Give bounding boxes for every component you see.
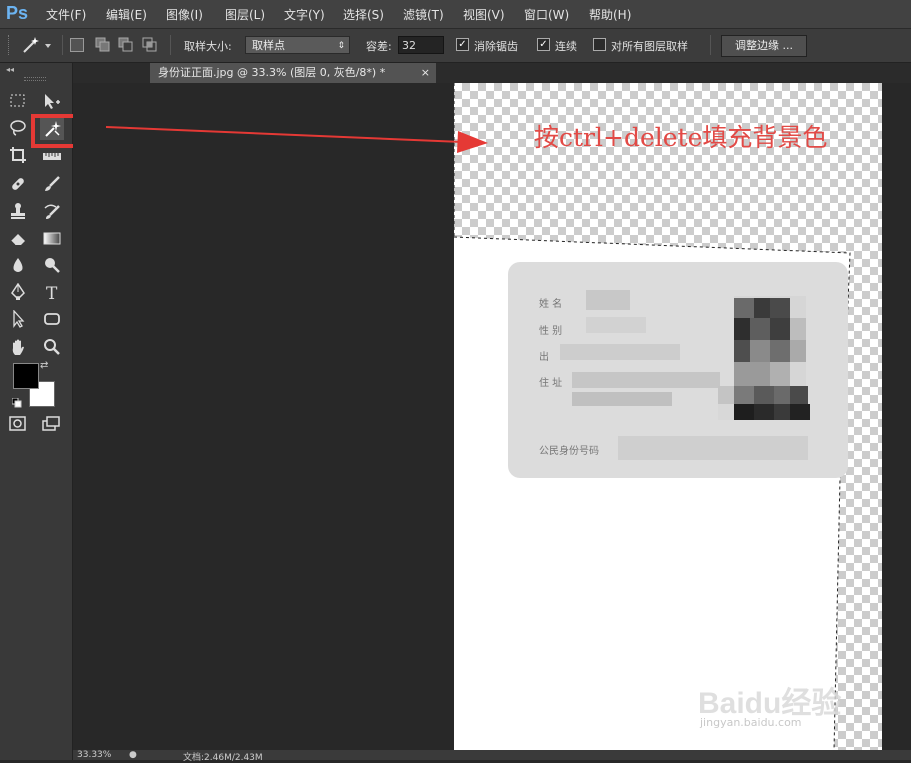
screen-mode-icon[interactable]: [40, 413, 64, 435]
healing-brush-tool-icon[interactable]: [6, 173, 30, 195]
new-selection-icon[interactable]: [70, 38, 84, 52]
quick-mask-icon[interactable]: [6, 413, 30, 435]
menu-bar: Ps 文件(F) 编辑(E) 图像(I) 图层(L) 文字(Y) 选择(S) 滤…: [0, 0, 911, 29]
refine-edge-button[interactable]: 调整边缘 ...: [721, 35, 807, 57]
tolerance-label: 容差:: [366, 40, 392, 53]
card-birth-label: 出: [539, 352, 549, 363]
path-selection-tool-icon[interactable]: [6, 308, 30, 330]
pixelated-birth: [560, 344, 680, 360]
tools-panel: ◂◂ T ⇄: [0, 63, 82, 760]
menu-type[interactable]: 文字(Y): [284, 6, 325, 23]
card-sex-label: 性 别: [539, 326, 563, 337]
dropdown-arrows-icon: ⇕: [337, 41, 345, 51]
type-tool-icon[interactable]: T: [40, 281, 64, 303]
eraser-tool-icon[interactable]: [6, 227, 30, 249]
pixelated-address-1: [572, 372, 720, 388]
antialias-label: 消除锯齿: [474, 40, 518, 53]
zoom-tool-icon[interactable]: [40, 336, 64, 358]
contiguous-checkbox[interactable]: ✓: [537, 38, 550, 51]
swap-colors-icon[interactable]: ⇄: [40, 360, 48, 371]
id-card-image: 姓 名 性 别 出 住 址 公民身份号码: [508, 262, 848, 478]
foreground-color-swatch[interactable]: [13, 363, 39, 389]
sample-size-value: 取样点: [252, 39, 285, 52]
sample-all-layers-label: 对所有图层取样: [611, 40, 688, 53]
sample-size-dropdown[interactable]: 取样点 ⇕: [245, 36, 350, 54]
options-bar: 取样大小: 取样点 ⇕ 容差: 32 ✓ 消除锯齿 ✓ 连续 对所有图层取样 调…: [0, 29, 911, 63]
add-to-selection-icon[interactable]: [95, 37, 111, 57]
marquee-tool-icon[interactable]: [6, 90, 30, 112]
sample-all-layers-checkbox[interactable]: [593, 38, 606, 51]
blur-tool-icon[interactable]: [6, 254, 30, 276]
pixelated-sex: [586, 317, 646, 333]
menu-window[interactable]: 窗口(W): [524, 6, 569, 23]
options-grip: [8, 35, 12, 55]
clone-stamp-tool-icon[interactable]: [6, 200, 30, 222]
menu-edit[interactable]: 编辑(E): [106, 6, 147, 23]
gradient-tool-icon[interactable]: [40, 227, 64, 249]
ruler-tool-icon[interactable]: [40, 144, 64, 166]
default-colors-icon[interactable]: [11, 393, 22, 408]
lasso-tool-icon[interactable]: [6, 117, 30, 139]
pixelated-name: [586, 290, 630, 310]
menu-layer[interactable]: 图层(L): [225, 6, 265, 23]
menu-file[interactable]: 文件(F): [46, 6, 86, 23]
brush-tool-icon[interactable]: [40, 173, 64, 195]
annotation-arrow: [105, 126, 488, 153]
intersect-selection-icon[interactable]: [142, 37, 158, 57]
subtract-from-selection-icon[interactable]: [118, 37, 134, 57]
antialias-checkbox[interactable]: ✓: [456, 38, 469, 51]
magic-wand-preset-icon[interactable]: [20, 35, 52, 59]
photoshop-logo: Ps: [6, 3, 29, 23]
pixelated-portrait: [718, 296, 810, 420]
contiguous-label: 连续: [555, 40, 577, 53]
menu-help[interactable]: 帮助(H): [589, 6, 631, 23]
menu-select[interactable]: 选择(S): [343, 6, 384, 23]
document-size-info: 文档:2.46M/2.43M: [183, 753, 263, 763]
annotation-text: 按ctrl+delete填充背景色: [534, 123, 828, 152]
menu-filter[interactable]: 滤镜(T): [403, 6, 444, 23]
card-id-number-label: 公民身份号码: [539, 446, 599, 457]
card-name-label: 姓 名: [539, 299, 563, 310]
rectangle-shape-tool-icon[interactable]: [40, 308, 64, 330]
status-bar: 33.33% ● 文档:2.46M/2.43M: [73, 750, 911, 763]
svg-text:T: T: [46, 284, 58, 301]
dodge-tool-icon[interactable]: [40, 254, 64, 276]
close-tab-icon[interactable]: ×: [421, 63, 430, 83]
hand-tool-icon[interactable]: [6, 336, 30, 358]
status-menu-icon[interactable]: ●: [129, 750, 137, 760]
menu-view[interactable]: 视图(V): [463, 6, 505, 23]
pen-tool-icon[interactable]: [6, 281, 30, 303]
panel-grip: [24, 77, 46, 81]
pixelated-address-2: [572, 392, 672, 406]
pixelated-id-number: [618, 436, 808, 460]
magic-wand-tool-icon[interactable]: [40, 118, 64, 140]
card-address-label: 住 址: [539, 378, 563, 389]
document-tab-title: 身份证正面.jpg @ 33.3% (图层 0, 灰色/8*) *: [158, 66, 386, 79]
document-tab[interactable]: 身份证正面.jpg @ 33.3% (图层 0, 灰色/8*) * ×: [150, 63, 436, 83]
move-tool-icon[interactable]: [40, 90, 64, 112]
document-tab-strip: 身份证正面.jpg @ 33.3% (图层 0, 灰色/8*) * ×: [73, 63, 911, 83]
baidu-watermark-url: jingyan.baidu.com: [700, 716, 802, 729]
menu-image[interactable]: 图像(I): [166, 6, 203, 23]
crop-tool-icon[interactable]: [6, 144, 30, 166]
sample-size-label: 取样大小:: [184, 40, 232, 53]
zoom-level[interactable]: 33.33%: [77, 750, 111, 760]
collapse-panel-icon[interactable]: ◂◂: [6, 65, 14, 74]
tolerance-input[interactable]: 32: [398, 36, 444, 54]
history-brush-tool-icon[interactable]: [40, 200, 64, 222]
